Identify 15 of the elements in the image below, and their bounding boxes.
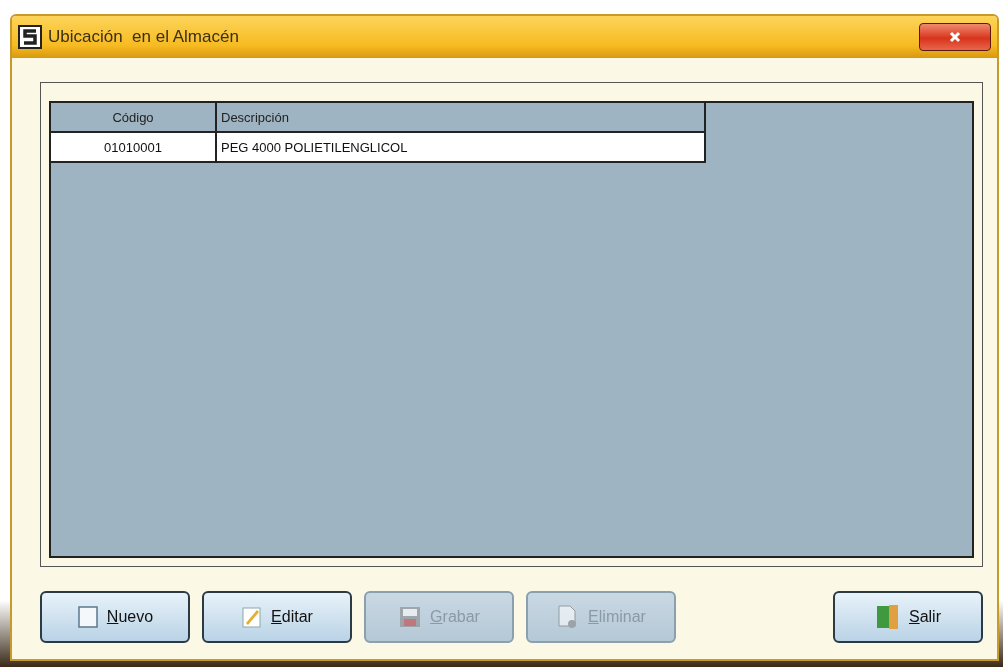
column-header[interactable]: Descripción: [216, 103, 705, 132]
app-logo-icon: [18, 25, 42, 49]
window-title: Ubicación en el Almacén: [48, 27, 240, 47]
floppy-icon: [398, 605, 423, 629]
exit-button[interactable]: Salir: [833, 591, 983, 643]
edit-button[interactable]: Editar: [202, 591, 352, 643]
column-header[interactable]: Código: [51, 103, 216, 132]
table-cell: PEG 4000 POLIETILENGLICOL: [216, 132, 705, 162]
close-button[interactable]: [919, 23, 991, 51]
door-icon: [875, 603, 901, 631]
new-button[interactable]: Nuevo: [40, 591, 190, 643]
pencil-icon: [241, 605, 264, 629]
table-cell: 01010001: [51, 132, 216, 162]
close-icon: [949, 31, 961, 43]
page-icon: [76, 605, 99, 629]
